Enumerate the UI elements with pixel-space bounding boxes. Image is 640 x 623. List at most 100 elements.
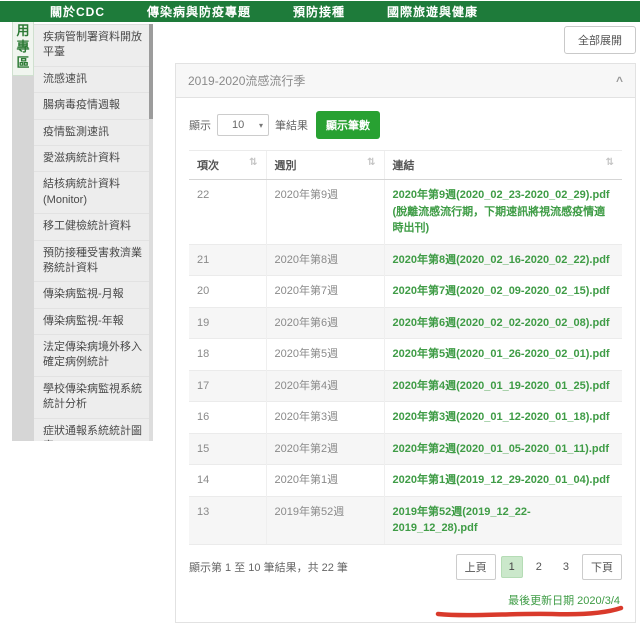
show-label: 顯示 <box>189 117 211 133</box>
sort-icon[interactable]: ⇅ <box>367 157 375 168</box>
cell-index: 19 <box>189 307 266 339</box>
sidebar-menu: 疾病管制署資料開放平臺流感速訊腸病毒疫情週報疫情監測速訊愛滋病統計資料結核病統計… <box>34 24 149 441</box>
side-rail: 用專區 <box>12 22 34 441</box>
sidebar-item-9[interactable]: 傳染病監視-年報 <box>34 309 149 335</box>
caret-down-icon: ▾ <box>259 121 263 130</box>
table-row: 142020年第1週 2020年第1週(2019_12_29-2020_01_04… <box>189 465 622 497</box>
column-header-week[interactable]: 週別 ⇅ <box>266 151 384 180</box>
report-pdf-link[interactable]: 2020年第4週(2020_01_19-2020_01_25).pdf <box>393 380 610 392</box>
red-underline-annotation <box>434 605 626 620</box>
season-accordion: 2019-2020流感流行季 ^ 顯示 10 ▾ 筆結果 顯示筆數 項次 <box>175 63 636 623</box>
column-header-label: 週別 <box>275 160 297 172</box>
cell-week: 2019年第52週 <box>266 496 384 544</box>
table-header-row: 項次 ⇅ 週別 ⇅ 連結 ⇅ <box>189 151 622 180</box>
sidebar-tab-char: 專 <box>13 39 33 55</box>
nav-item-2[interactable]: 預防接種 <box>293 3 345 20</box>
report-pdf-link[interactable]: 2020年第7週(2020_02_09-2020_02_15).pdf <box>393 285 610 297</box>
cell-week: 2020年第3週 <box>266 402 384 434</box>
report-pdf-link[interactable]: 2020年第6週(2020_02_02-2020_02_08).pdf <box>393 317 610 329</box>
cell-index: 21 <box>189 244 266 276</box>
page-number-2[interactable]: 2 <box>528 556 550 578</box>
cell-link: 2020年第4週(2020_01_19-2020_01_25).pdf <box>384 370 622 402</box>
cell-link: 2020年第5週(2020_01_26-2020_02_01).pdf <box>384 339 622 371</box>
table-footer: 顯示第 1 至 10 筆結果，共 22 筆 上頁123下頁 <box>189 544 622 586</box>
sidebar-item-11[interactable]: 學校傳染病監視系統統計分析 <box>34 377 149 419</box>
sidebar-item-5[interactable]: 結核病統計資料 (Monitor) <box>34 172 149 214</box>
sort-icon[interactable]: ⇅ <box>606 157 614 168</box>
main-content: 全部展開 2019-2020流感流行季 ^ 顯示 10 ▾ 筆結果 顯示筆數 <box>175 26 636 623</box>
table-row: 172020年第4週2020年第4週(2020_01_19-2020_01_25… <box>189 370 622 402</box>
page-length-value: 10 <box>232 119 244 131</box>
cell-index: 15 <box>189 433 266 465</box>
apply-length-button[interactable]: 顯示筆數 <box>316 111 380 139</box>
cell-link: 2020年第9週(2020_02_23-2020_02_29).pdf (脫離流… <box>384 180 622 245</box>
sidebar-item-8[interactable]: 傳染病監視-月報 <box>34 282 149 308</box>
cell-link: 2020年第2週(2020_01_05-2020_01_11).pdf <box>384 433 622 465</box>
results-label: 筆結果 <box>275 117 308 133</box>
sidebar-item-12[interactable]: 症狀通報系統統計圖表 <box>34 419 149 441</box>
expand-all-button[interactable]: 全部展開 <box>564 26 636 54</box>
report-pdf-link[interactable]: 2020年第5週(2020_01_26-2020_02_01).pdf <box>393 348 610 360</box>
sidebar-item-10[interactable]: 法定傳染病境外移入確定病例統計 <box>34 335 149 377</box>
cell-week: 2020年第2週 <box>266 433 384 465</box>
report-pdf-link[interactable]: 2020年第2週(2020_01_05-2020_01_11).pdf <box>393 443 609 455</box>
cell-link: 2020年第6週(2020_02_02-2020_02_08).pdf <box>384 307 622 339</box>
page-length-control: 顯示 10 ▾ 筆結果 顯示筆數 <box>189 111 622 139</box>
column-header-link[interactable]: 連結 ⇅ <box>384 151 622 180</box>
cell-index: 17 <box>189 370 266 402</box>
cell-link: 2020年第7週(2020_02_09-2020_02_15).pdf <box>384 276 622 308</box>
sidebar-item-6[interactable]: 移工健檢統計資料 <box>34 214 149 240</box>
cell-link: 2019年第52週(2019_12_22-2019_12_28).pdf <box>384 496 622 544</box>
sidebar-item-1[interactable]: 流感速訊 <box>34 67 149 93</box>
table-row: 182020年第5週 2020年第5週(2020_01_26-2020_02_01… <box>189 339 622 371</box>
nav-item-1[interactable]: 傳染病與防疫專題 <box>147 3 251 20</box>
cell-week: 2020年第1週 <box>266 465 384 497</box>
sidebar-item-4[interactable]: 愛滋病統計資料 <box>34 146 149 172</box>
table-row: 222020年第9週2020年第9週(2020_02_23-2020_02_29… <box>189 180 622 245</box>
column-header-index[interactable]: 項次 ⇅ <box>189 151 266 180</box>
accordion-body: 顯示 10 ▾ 筆結果 顯示筆數 項次 ⇅ <box>176 98 635 622</box>
page-number-3[interactable]: 3 <box>555 556 577 578</box>
table-row: 202020年第7週2020年第7週(2020_02_09-2020_02_15… <box>189 276 622 308</box>
prev-page-button[interactable]: 上頁 <box>456 554 496 580</box>
report-pdf-link[interactable]: 2019年第52週(2019_12_22-2019_12_28).pdf <box>393 506 531 535</box>
table-row: 192020年第6週2020年第6週(2020_02_02-2020_02_08… <box>189 307 622 339</box>
sidebar-tab-char: 區 <box>13 55 33 71</box>
sidebar-tab-char: 用 <box>13 23 33 39</box>
report-pdf-link[interactable]: 2020年第3週(2020_01_12-2020_01_18).pdf <box>393 411 610 423</box>
accordion-header[interactable]: 2019-2020流感流行季 ^ <box>176 64 635 98</box>
sidebar-item-7[interactable]: 預防接種受害救濟業務統計資料 <box>34 241 149 283</box>
sidebar-scrollbar-thumb[interactable] <box>149 24 153 119</box>
cell-link: 2020年第1週(2019_12_29-2020_01_04).pdf <box>384 465 622 497</box>
cell-index: 13 <box>189 496 266 544</box>
cell-week: 2020年第9週 <box>266 180 384 245</box>
sidebar-tab-frequently-used[interactable]: 用專區 <box>12 22 34 76</box>
report-pdf-link[interactable]: 2020年第8週(2020_02_16-2020_02_22).pdf <box>393 254 610 266</box>
sidebar-item-2[interactable]: 腸病毒疫情週報 <box>34 93 149 119</box>
page-length-select[interactable]: 10 ▾ <box>217 114 269 136</box>
report-pdf-link[interactable]: 2020年第1週(2019_12_29-2020_01_04).pdf <box>393 474 610 486</box>
nav-item-0[interactable]: 關於CDC <box>50 3 105 20</box>
cell-link: 2020年第8週(2020_02_16-2020_02_22).pdf <box>384 244 622 276</box>
cell-week: 2020年第5週 <box>266 339 384 371</box>
table-row: 212020年第8週2020年第8週(2020_02_16-2020_02_22… <box>189 244 622 276</box>
sidebar-item-3[interactable]: 疫情監測速訊 <box>34 120 149 146</box>
page-number-1[interactable]: 1 <box>501 556 523 578</box>
last-updated-row: 最後更新日期 2020/3/4 <box>189 586 622 622</box>
cell-week: 2020年第7週 <box>266 276 384 308</box>
results-info: 顯示第 1 至 10 筆結果，共 22 筆 <box>189 559 348 575</box>
table-row: 152020年第2週 2020年第2週(2020_01_05-2020_01_11… <box>189 433 622 465</box>
nav-item-3[interactable]: 國際旅遊與健康 <box>387 3 478 20</box>
cell-index: 14 <box>189 465 266 497</box>
column-header-label: 項次 <box>197 160 219 172</box>
cell-index: 18 <box>189 339 266 371</box>
column-header-label: 連結 <box>393 160 415 172</box>
sort-icon[interactable]: ⇅ <box>249 157 257 168</box>
top-nav-bar: 關於CDC 傳染病與防疫專題 預防接種 國際旅遊與健康 <box>0 1 640 22</box>
report-pdf-link[interactable]: 2020年第9週(2020_02_23-2020_02_29).pdf (脫離流… <box>393 189 610 234</box>
next-page-button[interactable]: 下頁 <box>582 554 622 580</box>
chevron-up-icon[interactable]: ^ <box>616 76 623 86</box>
accordion-title: 2019-2020流感流行季 <box>188 72 305 89</box>
sidebar-scrollbar[interactable] <box>149 24 153 441</box>
sidebar-item-0[interactable]: 疾病管制署資料開放平臺 <box>34 25 149 67</box>
